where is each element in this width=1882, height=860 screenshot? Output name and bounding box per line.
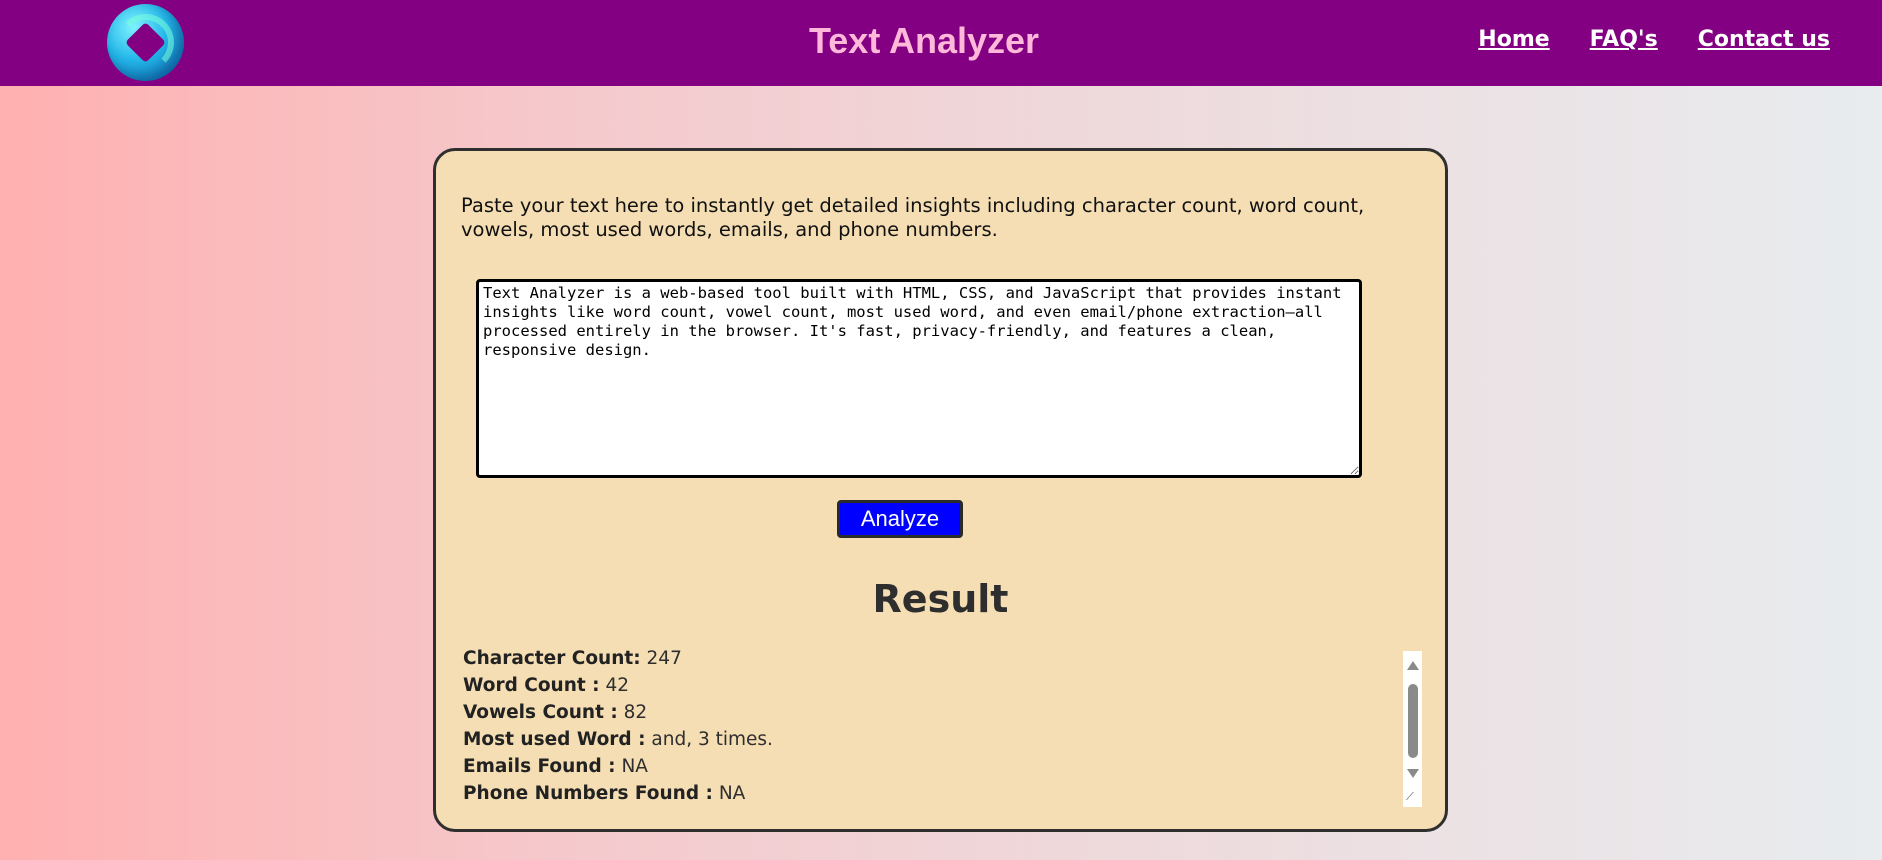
result-value: NA [718,783,746,804]
result-word-count: Word Count : 42 [463,672,1403,699]
result-scrollbar[interactable]: ⟋ [1403,651,1422,807]
result-character-count: Character Count: 247 [463,645,1403,672]
result-phone-numbers-found: Phone Numbers Found : NA [463,780,1403,807]
result-label: Phone Numbers Found : [463,783,713,804]
analyze-button[interactable]: Analyze [837,500,963,538]
result-emails-found: Emails Found : NA [463,753,1403,780]
scroll-up-arrow-icon[interactable] [1407,661,1419,670]
result-label: Character Count: [463,648,641,669]
result-title: Result [872,577,1009,621]
intro-text: Paste your text here to instantly get de… [461,194,1365,241]
nav-contact-link[interactable]: Contact us [1698,27,1830,52]
nav-faqs-link[interactable]: FAQ's [1590,27,1658,52]
result-most-used-word: Most used Word : and, 3 times. [463,726,1403,753]
scroll-thumb[interactable] [1408,684,1418,758]
result-value: 247 [646,648,682,669]
navbar: Text Analyzer Home FAQ's Contact us [0,0,1882,86]
result-vowels-count: Vowels Count : 82 [463,699,1403,726]
result-value: and, 3 times. [651,729,773,750]
result-label: Most used Word : [463,729,646,750]
analyzer-card: Paste your text here to instantly get de… [433,148,1448,832]
nav-home-link[interactable]: Home [1478,27,1549,52]
scroll-down-arrow-icon[interactable] [1407,769,1419,778]
resize-grip-icon[interactable]: ⟋ [1406,791,1414,803]
result-value: NA [621,756,648,777]
result-value: 42 [605,675,630,696]
result-label: Emails Found : [463,756,616,777]
result-value: 82 [623,702,648,723]
text-input[interactable]: Text Analyzer is a web-based tool built … [476,279,1362,478]
result-list: Character Count: 247 Word Count : 42 Vow… [463,645,1403,807]
result-label: Word Count : [463,675,600,696]
result-label: Vowels Count : [463,702,618,723]
nav-links: Home FAQ's Contact us [1478,27,1830,52]
